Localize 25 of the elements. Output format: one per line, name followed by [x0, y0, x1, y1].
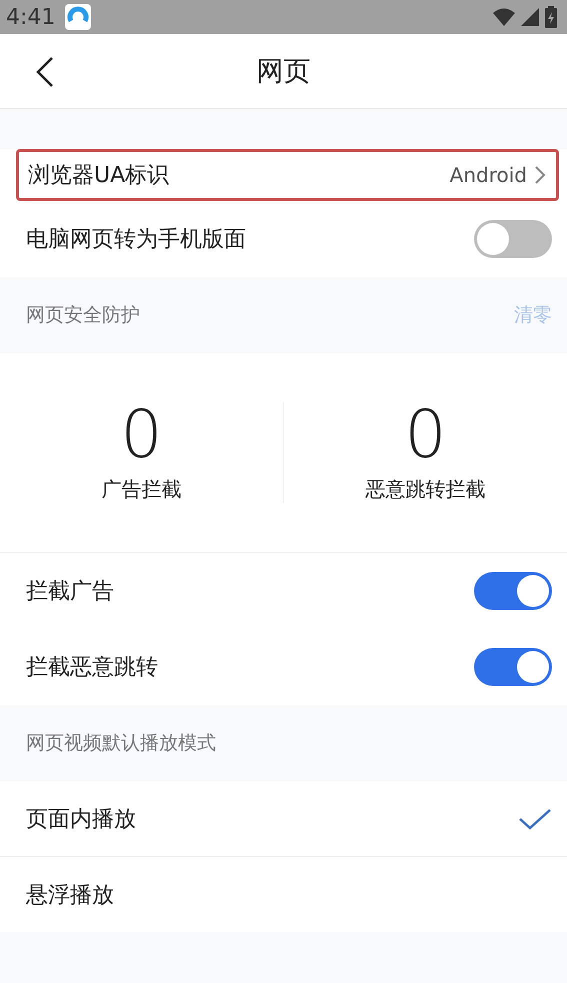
signal-icon	[521, 8, 539, 26]
toggle-switch[interactable]	[474, 648, 552, 686]
row-value: Android	[450, 163, 527, 187]
app-icon	[65, 4, 92, 30]
page-title: 网页	[256, 55, 310, 89]
row-label: 浏览器UA标识	[28, 162, 170, 190]
row-label: 拦截恶意跳转	[26, 654, 159, 682]
back-icon[interactable]	[34, 56, 56, 88]
stat-label: 恶意跳转拦截	[366, 476, 486, 503]
stat-value: 0	[404, 402, 446, 468]
chevron-right-icon	[533, 164, 547, 186]
row-label: 电脑网页转为手机版面	[26, 226, 247, 254]
stat-value: 0	[120, 402, 162, 468]
wifi-icon	[493, 8, 515, 26]
row-label: 拦截广告	[26, 578, 115, 606]
stat-label: 广告拦截	[102, 476, 182, 503]
option-label: 悬浮播放	[26, 882, 115, 910]
toggle-switch[interactable]	[474, 220, 552, 258]
option-label: 页面内播放	[26, 806, 137, 834]
status-time: 4:41	[6, 4, 56, 30]
toggle-switch[interactable]	[474, 572, 552, 610]
settings-row[interactable]: 浏览器UA标识 Android	[16, 149, 559, 201]
battery-icon	[545, 6, 557, 28]
section-title: 网页视频默认播放模式	[26, 731, 217, 756]
section-title: 网页安全防护	[26, 303, 141, 328]
